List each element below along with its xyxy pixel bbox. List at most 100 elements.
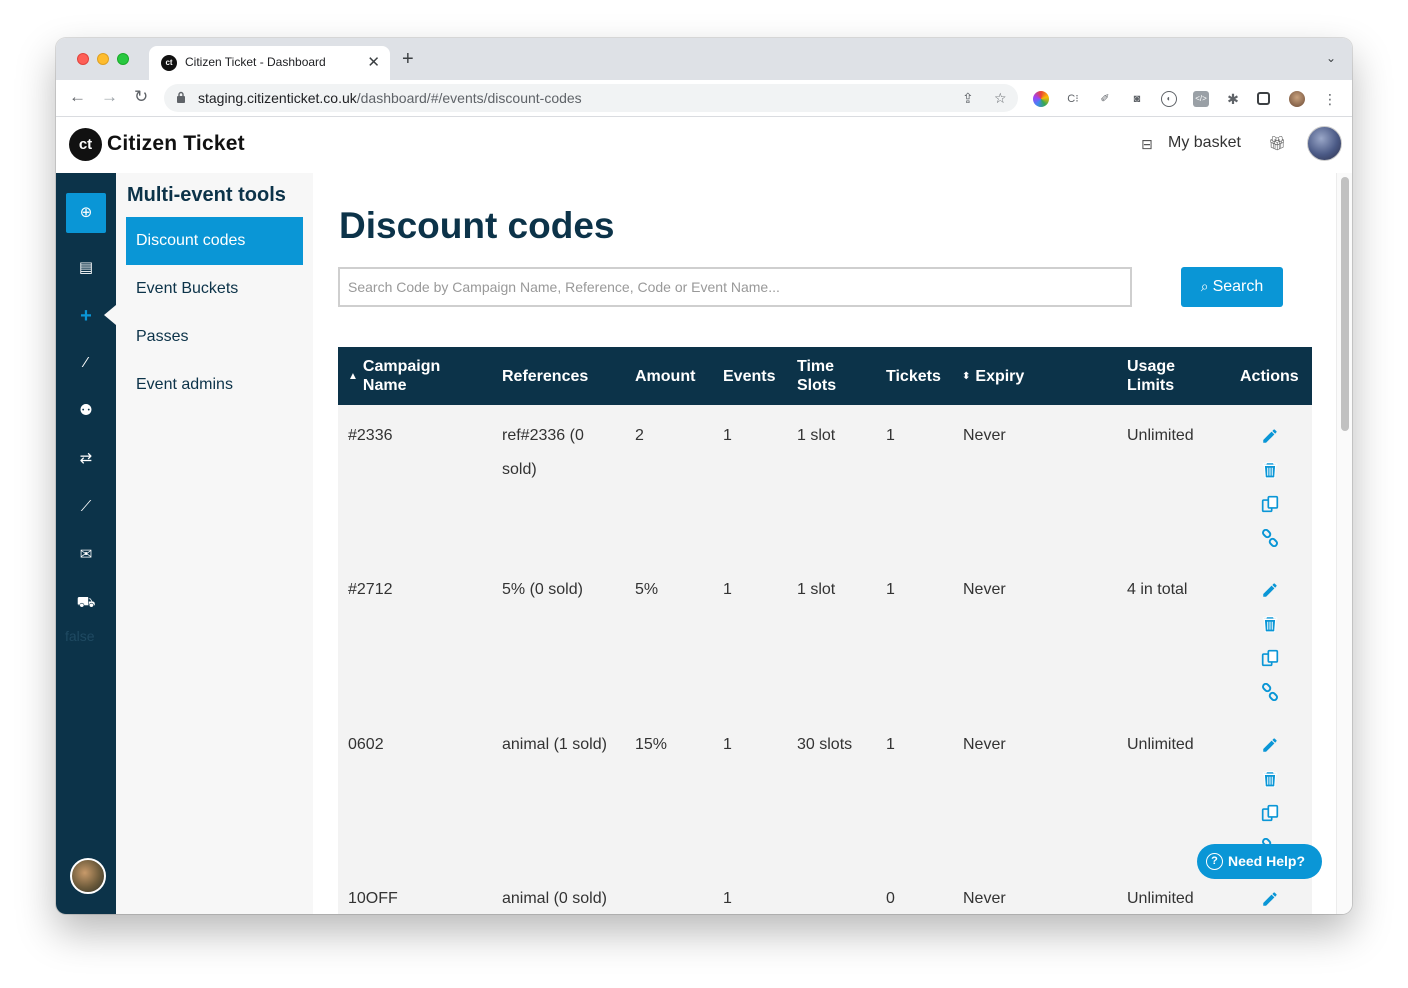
cell-events: 1 bbox=[723, 736, 732, 753]
cell-usage-limits: Unlimited bbox=[1127, 890, 1194, 907]
subnav-item-event-buckets[interactable]: Event Buckets bbox=[126, 265, 303, 313]
color-picker-extension-icon[interactable] bbox=[1033, 91, 1049, 107]
subnav-item-passes[interactable]: Passes bbox=[126, 313, 303, 361]
plus-circle-icon[interactable]: ⊕ bbox=[76, 204, 96, 222]
cell-campaign: #2336 bbox=[348, 427, 393, 444]
delete-trash-icon[interactable] bbox=[1258, 453, 1282, 487]
search-button[interactable]: ⌕ Search bbox=[1181, 267, 1283, 307]
extension-eraser-icon[interactable]: ✐ bbox=[1097, 91, 1113, 107]
delete-trash-icon[interactable] bbox=[1258, 607, 1282, 641]
subnav-item-discount-codes[interactable]: Discount codes bbox=[126, 217, 303, 265]
column-header-actions: Actions bbox=[1240, 367, 1299, 385]
rail-active-pointer bbox=[104, 305, 116, 325]
new-tab-button[interactable]: + bbox=[402, 49, 414, 69]
lock-icon bbox=[177, 91, 185, 103]
link-icon[interactable] bbox=[1258, 675, 1282, 709]
cell-events: 1 bbox=[723, 581, 732, 598]
close-tab-icon[interactable]: ✕ bbox=[367, 53, 380, 71]
cell-tickets: 1 bbox=[886, 736, 895, 753]
column-header-usage-limits: Usage Limits bbox=[1127, 358, 1176, 394]
table-row: #2712 5% (0 sold) 5% 1 1 slot 1 Never 4 … bbox=[338, 559, 1312, 714]
search-input[interactable] bbox=[338, 267, 1132, 307]
logo-icon[interactable]: ct bbox=[69, 128, 102, 161]
extension-code-icon[interactable]: </> bbox=[1193, 91, 1209, 107]
cell-time-slots: 30 slots bbox=[797, 736, 853, 753]
column-header-time-slots: Time Slots bbox=[797, 358, 837, 394]
transfer-icon[interactable]: ⇄ bbox=[76, 450, 96, 468]
rail-user-avatar[interactable] bbox=[70, 858, 106, 894]
app-header: ct Citizen Ticket ⊟ My basket 🎁︎ bbox=[56, 117, 1352, 173]
duplicate-copy-icon[interactable] bbox=[1258, 796, 1282, 830]
back-arrow-icon[interactable]: ← bbox=[69, 88, 86, 106]
envelope-icon[interactable]: ✉ bbox=[76, 546, 96, 564]
tab-bar: ct Citizen Ticket - Dashboard ✕ + ⌄ bbox=[56, 38, 1352, 80]
user-avatar[interactable] bbox=[1307, 126, 1342, 161]
need-help-button[interactable]: ? Need Help? bbox=[1197, 844, 1322, 879]
sort-both-icon: ⬍ bbox=[962, 370, 971, 382]
cell-references: animal (0 sold) bbox=[502, 890, 607, 907]
cell-expiry: Never bbox=[963, 890, 1006, 907]
cell-tickets: 1 bbox=[886, 581, 895, 598]
magic-wand-icon[interactable]: ⁄ bbox=[76, 354, 96, 372]
profile-avatar-icon[interactable] bbox=[1289, 91, 1305, 107]
left-rail: ⊕ ▤ + ⁄ ⚉ ⇄ ⟋ ✉ ⛟ false bbox=[56, 173, 116, 914]
scrollbar-thumb[interactable] bbox=[1341, 177, 1349, 431]
extension-circle-icon[interactable]: ◐ bbox=[1161, 91, 1177, 107]
column-header-expiry[interactable]: ⬍ Expiry bbox=[962, 347, 1024, 405]
link-icon[interactable] bbox=[1258, 521, 1282, 555]
cell-time-slots: 1 slot bbox=[797, 427, 836, 444]
plus-icon[interactable]: + bbox=[76, 306, 96, 326]
table-row: #2336 ref#2336 (0 sold) 2 1 1 slot 1 Nev… bbox=[338, 405, 1312, 559]
duplicate-copy-icon[interactable] bbox=[1258, 641, 1282, 675]
cell-tickets: 1 bbox=[886, 427, 895, 444]
edit-pencil-icon[interactable] bbox=[1258, 573, 1282, 607]
puzzle-icon[interactable]: ✱ bbox=[1225, 91, 1241, 107]
edit-pencil-icon[interactable] bbox=[1258, 882, 1282, 914]
cell-events: 1 bbox=[723, 427, 732, 444]
logo-text[interactable]: Citizen Ticket bbox=[107, 132, 245, 156]
browser-window: ct Citizen Ticket - Dashboard ✕ + ⌄ ← → … bbox=[56, 38, 1352, 914]
forward-arrow-icon[interactable]: → bbox=[101, 88, 118, 106]
extension-c-icon[interactable]: C⁝ bbox=[1065, 91, 1081, 107]
column-header-label: Expiry bbox=[975, 367, 1025, 385]
my-basket-link[interactable]: My basket bbox=[1168, 134, 1241, 152]
page-title: Discount codes bbox=[339, 205, 615, 246]
subnav-title: Multi-event tools bbox=[127, 184, 286, 206]
tab-search-chevron-icon[interactable]: ⌄ bbox=[1326, 51, 1336, 65]
subnav-item-event-admins[interactable]: Event admins bbox=[126, 361, 303, 409]
reload-icon[interactable]: ↻ bbox=[134, 88, 148, 106]
gift-icon[interactable]: 🎁︎ bbox=[1268, 135, 1286, 152]
close-window-button[interactable] bbox=[77, 53, 89, 65]
share-icon[interactable]: ⇪ bbox=[962, 90, 974, 107]
row-actions bbox=[1258, 882, 1284, 914]
minimize-window-button[interactable] bbox=[97, 53, 109, 65]
truck-icon[interactable]: ⛟ bbox=[76, 594, 96, 612]
column-header-tickets: Tickets bbox=[886, 367, 941, 385]
browser-tab[interactable]: ct Citizen Ticket - Dashboard ✕ bbox=[149, 46, 390, 80]
cell-expiry: Never bbox=[963, 581, 1006, 598]
subnav-panel: Multi-event tools Discount codes Event B… bbox=[116, 173, 313, 914]
column-header-amount: Amount bbox=[635, 367, 696, 385]
column-header-campaign-name[interactable]: ▲ Campaign Name bbox=[348, 347, 488, 405]
cell-campaign: #2712 bbox=[348, 581, 393, 598]
chart-icon[interactable]: ⟋ bbox=[76, 498, 96, 516]
list-icon[interactable]: ▤ bbox=[76, 259, 96, 277]
cell-expiry: Never bbox=[963, 736, 1006, 753]
edit-pencil-icon[interactable] bbox=[1258, 419, 1282, 453]
menu-kebab-icon[interactable]: ⋮ bbox=[1322, 91, 1338, 107]
sort-asc-icon: ▲ bbox=[348, 370, 358, 382]
url-host: staging.citizenticket.co.uk bbox=[198, 90, 357, 106]
duplicate-copy-icon[interactable] bbox=[1258, 487, 1282, 521]
address-bar[interactable]: staging.citizenticket.co.uk/dashboard/#/… bbox=[164, 84, 1018, 112]
users-icon[interactable]: ⚉ bbox=[76, 402, 96, 420]
table-row: 0602 animal (1 sold) 15% 1 30 slots 1 Ne… bbox=[338, 714, 1312, 868]
cell-amount: 2 bbox=[635, 427, 644, 444]
bookmark-star-icon[interactable]: ☆ bbox=[994, 90, 1007, 107]
zoom-window-button[interactable] bbox=[117, 53, 129, 65]
side-panel-icon[interactable] bbox=[1257, 92, 1270, 105]
camera-extension-icon[interactable]: ◙ bbox=[1129, 91, 1145, 107]
edit-pencil-icon[interactable] bbox=[1258, 728, 1282, 762]
page-scrollbar[interactable] bbox=[1336, 173, 1352, 914]
delete-trash-icon[interactable] bbox=[1258, 762, 1282, 796]
basket-icon[interactable]: ⊟ bbox=[1141, 136, 1153, 153]
